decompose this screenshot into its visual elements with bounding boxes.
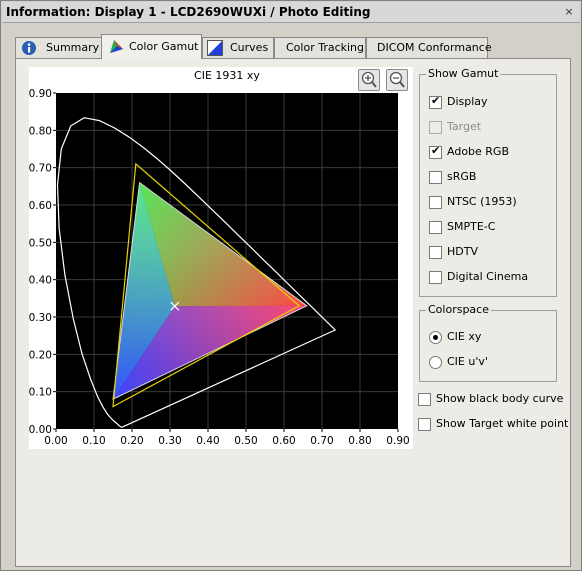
title-bar[interactable]: Information: Display 1 - LCD2690WUXi / P… bbox=[2, 2, 580, 23]
checkbox[interactable] bbox=[418, 393, 431, 406]
close-button[interactable]: × bbox=[562, 5, 576, 18]
tab-color-tracking[interactable]: Color Tracking bbox=[274, 37, 366, 58]
tab-color-gamut[interactable]: Color Gamut bbox=[101, 34, 202, 59]
info-icon bbox=[22, 41, 36, 55]
radio-cie-xy-label: CIE xy bbox=[447, 330, 482, 343]
check-mark-icon: ✔ bbox=[431, 144, 441, 157]
checkbox[interactable] bbox=[418, 418, 431, 431]
gamut-checkbox-label: Digital Cinema bbox=[447, 270, 529, 283]
tab-curves[interactable]: Curves bbox=[202, 37, 274, 58]
checkbox[interactable] bbox=[429, 196, 442, 209]
y-tick-label: 0.00 bbox=[29, 424, 52, 436]
y-tick-label: 0.10 bbox=[29, 387, 52, 399]
tab-dicom-conformance[interactable]: DICOM Conformance bbox=[366, 37, 492, 58]
y-tick-label: 0.40 bbox=[29, 275, 52, 287]
tab-color-tracking-label: Color Tracking bbox=[286, 41, 365, 54]
cie-chart: CIE 1931 xy 0.00 0.00 0.10 0.10 0.20 0.20 0.30 0… bbox=[29, 67, 413, 449]
cie-chart-svg: CIE 1931 xy 0.000.00 0.10 0.10 0.20 0.20 0.30 0… bbox=[29, 69, 410, 447]
radio-selected-dot bbox=[433, 335, 438, 340]
gamut-checkbox-label: NTSC (1953) bbox=[447, 195, 517, 208]
checkbox[interactable] bbox=[429, 171, 442, 184]
window-title: Information: Display 1 - LCD2690WUXi / P… bbox=[6, 5, 371, 19]
checkbox[interactable] bbox=[429, 246, 442, 259]
tab-curves-label: Curves bbox=[230, 41, 269, 54]
x-tick-label: 0.60 bbox=[272, 435, 295, 447]
checkbox[interactable] bbox=[429, 271, 442, 284]
chart-title: CIE 1931 xy bbox=[194, 69, 260, 82]
radio-cie-uv-label: CIE u'v' bbox=[447, 355, 488, 368]
x-tick-label: 0.00 bbox=[44, 435, 67, 447]
tab-color-gamut-label: Color Gamut bbox=[129, 40, 199, 53]
colorspace-title: Colorspace bbox=[426, 303, 491, 317]
checkbox[interactable]: ✔ bbox=[429, 144, 442, 159]
y-tick-label: 0.70 bbox=[29, 163, 52, 175]
y-tick-label: 0.20 bbox=[29, 349, 52, 361]
checkbox[interactable]: ✔ bbox=[429, 94, 442, 109]
x-tick-label: 0.50 bbox=[234, 435, 257, 447]
curves-icon bbox=[207, 40, 223, 56]
x-tick-label: 0.40 bbox=[196, 435, 219, 447]
colorspace-group: Colorspace CIE xy CIE u'v' bbox=[419, 303, 557, 382]
y-tick-label: 0.30 bbox=[29, 312, 52, 324]
y-tick-label: 0.80 bbox=[29, 125, 52, 137]
checkbox[interactable] bbox=[429, 221, 442, 234]
x-tick-label: 0.80 bbox=[348, 435, 371, 447]
tab-dicom-conformance-label: DICOM Conformance bbox=[377, 41, 492, 54]
checkbox bbox=[429, 121, 442, 134]
x-tick-label: 0.90 bbox=[386, 435, 409, 447]
zoom-in-button[interactable] bbox=[358, 69, 380, 91]
show-black-body-curve-label: Show black body curve bbox=[436, 392, 564, 405]
gamut-checkbox-label: Target bbox=[447, 120, 482, 133]
show-gamut-group: Show Gamut ✔ Display Target ✔ Adobe RGB sRGB N… bbox=[419, 67, 557, 297]
gamut-checkbox-label: SMPTE-C bbox=[447, 220, 496, 233]
zoom-out-icon bbox=[389, 71, 405, 88]
zoom-in-icon bbox=[361, 71, 377, 88]
tab-summary-label: Summary bbox=[46, 41, 100, 54]
show-target-white-point-label: Show Target white point bbox=[436, 417, 569, 430]
radio-button[interactable] bbox=[429, 356, 442, 369]
x-tick-label: 0.70 bbox=[310, 435, 333, 447]
check-mark-icon: ✔ bbox=[431, 94, 441, 107]
gamut-checkbox-label: HDTV bbox=[447, 245, 478, 258]
zoom-out-button[interactable] bbox=[386, 69, 408, 91]
show-gamut-title: Show Gamut bbox=[426, 67, 501, 81]
y-tick-label: 0.50 bbox=[29, 237, 52, 249]
gamut-checkbox-label: Adobe RGB bbox=[447, 145, 510, 158]
tab-summary[interactable]: Summary bbox=[15, 37, 102, 58]
info-window: Information: Display 1 - LCD2690WUXi / P… bbox=[0, 0, 582, 571]
y-tick-label: 0.90 bbox=[29, 88, 52, 100]
gamut-checkbox-label: sRGB bbox=[447, 170, 477, 183]
y-tick-label: 0.60 bbox=[29, 200, 52, 212]
color-gamut-icon bbox=[110, 40, 123, 53]
x-tick-label: 0.10 bbox=[82, 435, 105, 447]
radio-button[interactable] bbox=[429, 331, 442, 344]
x-tick-label: 0.20 bbox=[120, 435, 143, 447]
x-tick-label: 0.30 bbox=[158, 435, 181, 447]
gamut-checkbox-label: Display bbox=[447, 95, 488, 108]
